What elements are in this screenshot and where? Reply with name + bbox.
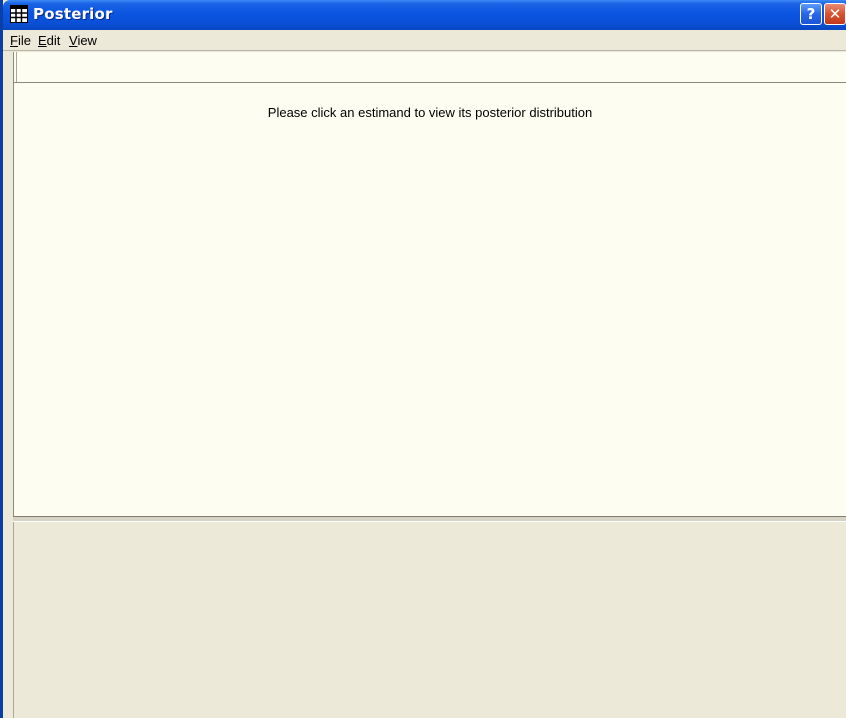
menu-view-label: iew <box>77 33 97 48</box>
grid-table-icon <box>10 5 28 23</box>
window-title: Posterior <box>33 5 113 23</box>
menu-view[interactable]: View <box>69 33 97 48</box>
menu-bar: File Edit View <box>3 30 846 51</box>
plot-area[interactable] <box>13 82 846 516</box>
help-button[interactable]: ? <box>800 3 822 25</box>
details-pane <box>13 522 846 718</box>
menu-edit-label: dit <box>46 33 61 48</box>
instruction-message: Please click an estimand to view its pos… <box>3 105 846 120</box>
plot-area-top <box>13 52 846 82</box>
help-icon: ? <box>806 5 816 23</box>
menu-edit-accel: E <box>38 33 47 48</box>
menu-file[interactable]: File <box>10 33 31 48</box>
posterior-window: Posterior ? ✕ File Edit View Please clic… <box>0 0 846 718</box>
close-button[interactable]: ✕ <box>824 3 846 25</box>
menu-file-label: ile <box>17 33 31 48</box>
instruction-text: Please click an estimand to view its pos… <box>267 105 593 120</box>
close-icon: ✕ <box>828 5 842 23</box>
menu-edit[interactable]: Edit <box>38 33 60 48</box>
menu-file-accel: F <box>10 33 18 48</box>
title-bar[interactable]: Posterior ? ✕ <box>3 0 846 30</box>
